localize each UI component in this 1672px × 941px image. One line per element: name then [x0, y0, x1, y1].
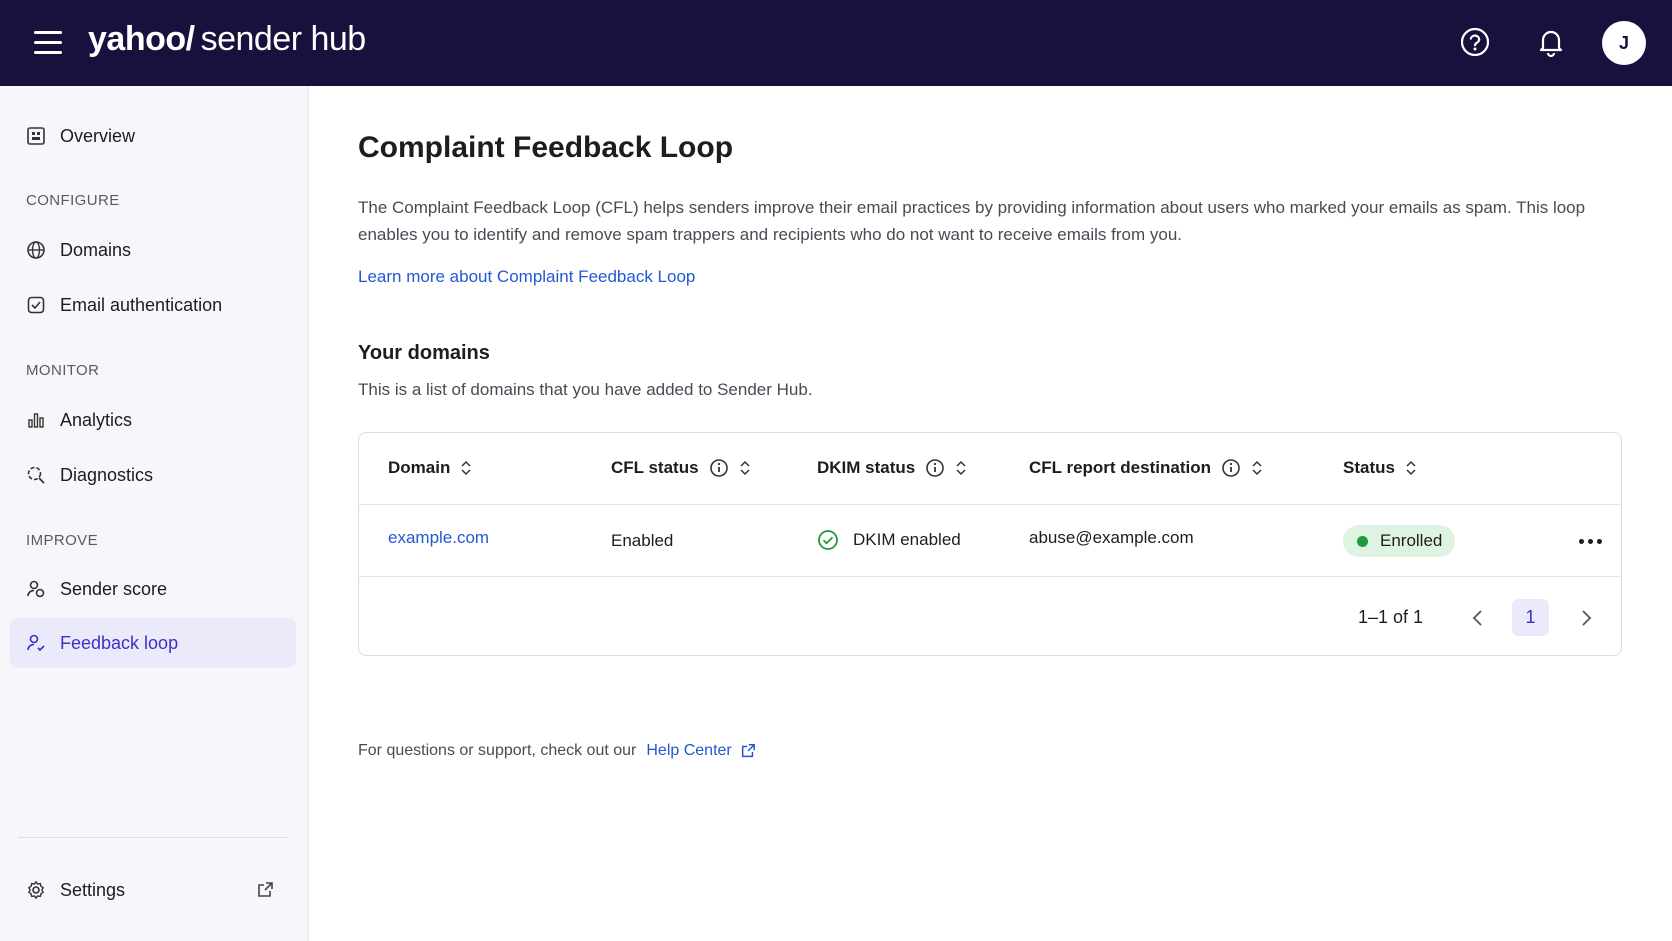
sort-icon: [1252, 460, 1262, 476]
sidebar-item-diagnostics[interactable]: Diagnostics: [10, 450, 296, 500]
sidebar-item-label: Email authentication: [60, 294, 223, 315]
column-label: CFL status: [611, 458, 699, 477]
dashboard-icon: [26, 126, 46, 146]
sort-icon: [1406, 460, 1416, 476]
domains-table: Domain CFL status DKIM status CFL report…: [358, 432, 1622, 656]
sort-icon: [956, 460, 966, 476]
info-icon[interactable]: [709, 458, 729, 478]
external-link-icon[interactable]: [740, 743, 756, 759]
sidebar-item-label: Overview: [60, 125, 136, 146]
domains-section-title: Your domains: [358, 342, 490, 364]
section-configure: CONFIGURE: [26, 192, 120, 209]
user-avatar[interactable]: J: [1602, 21, 1646, 65]
sidebar-item-email-authentication[interactable]: Email authentication: [10, 280, 296, 330]
section-monitor: MONITOR: [26, 362, 100, 379]
check-circle-icon: [818, 530, 838, 550]
pagination-range: 1–1 of 1: [1358, 607, 1424, 627]
search-diagnostic-icon: [26, 465, 46, 485]
bell-icon[interactable]: [1535, 26, 1567, 58]
status-dot: [1357, 535, 1368, 547]
column-label: CFL report destination: [1029, 458, 1211, 477]
table-row: example.com Enabled DKIM enabled abuse@e…: [359, 505, 1621, 577]
user-feedback-icon: [26, 633, 46, 653]
column-label: Domain: [388, 458, 451, 477]
gear-icon: [26, 880, 46, 900]
sidebar-item-feedback-loop[interactable]: Feedback loop: [10, 618, 296, 668]
status-badge: Enrolled: [1343, 525, 1456, 557]
column-header-status[interactable]: Status: [1343, 458, 1417, 478]
menu-icon[interactable]: [34, 31, 62, 55]
sort-icon: [461, 460, 471, 476]
chevron-right-icon: [1582, 610, 1592, 626]
sidebar-item-settings[interactable]: Settings: [10, 865, 296, 915]
page-number-button[interactable]: 1: [1512, 599, 1549, 636]
section-improve: IMPROVE: [26, 532, 98, 549]
more-options-icon[interactable]: [1574, 531, 1606, 551]
sidebar-item-label: Settings: [60, 879, 126, 900]
page-title: Complaint Feedback Loop: [358, 131, 734, 164]
globe-icon: [26, 240, 46, 260]
external-link-icon: [256, 881, 274, 899]
help-icon[interactable]: [1459, 26, 1491, 58]
next-page-button[interactable]: [1569, 601, 1603, 635]
column-header-dkim-status[interactable]: DKIM status: [817, 458, 967, 478]
cfl-status-cell: Enabled: [611, 531, 674, 550]
sidebar: Overview CONFIGURE Domains Email authent…: [0, 86, 309, 941]
info-icon[interactable]: [925, 458, 945, 478]
user-score-icon: [26, 579, 46, 599]
cfl-destination-cell: abuse@example.com: [1029, 528, 1194, 547]
sidebar-item-analytics[interactable]: Analytics: [10, 395, 296, 445]
logo-product: sender hub: [200, 20, 367, 58]
page-description: The Complaint Feedback Loop (CFL) helps …: [358, 198, 1586, 244]
sidebar-item-label: Domains: [60, 239, 132, 260]
column-label: Status: [1343, 458, 1395, 477]
sidebar-item-overview[interactable]: Overview: [10, 111, 296, 161]
chevron-left-icon: [1472, 610, 1482, 626]
support-text: For questions or support, check out our: [358, 742, 637, 759]
sidebar-item-label: Analytics: [60, 409, 133, 430]
column-header-cfl-status[interactable]: CFL status: [611, 458, 751, 478]
sidebar-item-label: Diagnostics: [60, 464, 154, 485]
top-bar: yahoo/sender hub J: [0, 0, 1672, 86]
app-logo[interactable]: yahoo/sender hub: [88, 20, 366, 59]
sidebar-item-label: Sender score: [60, 578, 168, 599]
logo-brand: yahoo/: [88, 20, 195, 58]
sidebar-item-sender-score[interactable]: Sender score: [10, 564, 296, 614]
status-text: Enrolled: [1380, 531, 1443, 550]
dkim-status-cell: DKIM enabled: [817, 529, 961, 551]
sort-icon: [740, 460, 750, 476]
sidebar-item-domains[interactable]: Domains: [10, 225, 296, 275]
table-header: Domain CFL status DKIM status CFL report…: [359, 433, 1621, 505]
info-icon[interactable]: [1221, 458, 1241, 478]
dkim-status-text: DKIM enabled: [853, 530, 961, 549]
domain-link[interactable]: example.com: [388, 528, 489, 548]
bar-chart-icon: [26, 410, 46, 430]
support-line: For questions or support, check out our …: [358, 742, 756, 760]
column-header-domain[interactable]: Domain: [388, 458, 472, 478]
learn-more-link[interactable]: Learn more about Complaint Feedback Loop: [358, 267, 695, 287]
sidebar-item-label: Feedback loop: [60, 632, 179, 653]
sidebar-divider: [18, 837, 288, 838]
help-center-link[interactable]: Help Center: [646, 742, 731, 760]
prev-page-button[interactable]: [1461, 601, 1495, 635]
column-label: DKIM status: [817, 458, 916, 477]
domains-section-subtitle: This is a list of domains that you have …: [358, 380, 813, 399]
column-header-cfl-report-destination[interactable]: CFL report destination: [1029, 458, 1263, 478]
checkbox-icon: [26, 295, 46, 315]
